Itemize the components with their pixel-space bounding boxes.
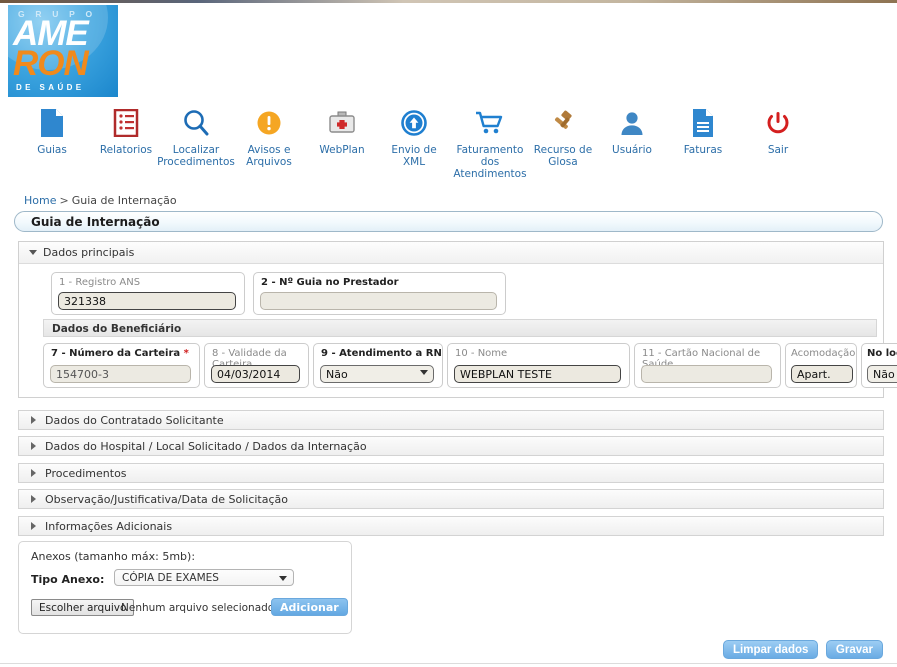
dados-principais-panel: Dados principais 1 - Registro ANS 321338… (18, 241, 897, 398)
section-title-procedimentos: Procedimentos (45, 467, 127, 480)
logo-ron-text: RON (13, 44, 89, 83)
main-toolbar: Guias Relatorios Localizar Procedimentos… (0, 100, 897, 182)
add-attachment-button[interactable]: Adicionar (271, 598, 348, 616)
dados-principais-title: Dados principais (43, 246, 135, 259)
breadcrumb-separator: > (59, 194, 69, 207)
required-asterisk: * (183, 348, 189, 359)
dados-principais-header[interactable]: Dados principais (19, 242, 883, 264)
nav-item-sair[interactable]: Sair (736, 106, 820, 156)
input-registro-ans[interactable]: 321338 (58, 292, 236, 310)
chevron-right-icon (31, 495, 36, 503)
field-numero-carteira: 7 - Número da Carteira * 154700-3 (43, 343, 200, 388)
field-label-acomodacao: Acomodação (791, 348, 856, 359)
form-row-guia-identificacao: 1 - Registro ANS 321338 2 - Nº Guia no P… (27, 272, 875, 317)
select-atendimento-rn[interactable]: Não (320, 365, 434, 383)
footer-actions: Limpar dados Gravar (719, 640, 883, 659)
input-nome[interactable]: WEBPLAN TESTE (454, 365, 621, 383)
attachments-panel: Anexos (tamanho máx: 5mb): Tipo Anexo: C… (18, 541, 352, 634)
ameron-logo: G R U P O AME RON DE SAÚDE (8, 5, 118, 97)
field-no-local: No local Não (861, 343, 897, 388)
nav-label-guias: Guias (37, 144, 67, 156)
form-row-beneficiario: 7 - Número da Carteira * 154700-3 8 - Va… (27, 339, 897, 391)
choose-file-button[interactable]: Escolher arquivo (31, 599, 135, 616)
field-nome: 10 - Nome WEBPLAN TESTE (447, 343, 630, 388)
input-validade-carteira[interactable]: 04/03/2014 (211, 365, 300, 383)
input-numero-guia-prestador[interactable] (260, 292, 497, 310)
site-header: G R U P O AME RON DE SAÚDE (0, 3, 897, 100)
field-numero-guia-prestador: 2 - Nº Guia no Prestador (253, 272, 506, 315)
power-off-icon (736, 106, 820, 140)
section-title-dados-contratado-solicitante: Dados do Contratado Solicitante (45, 414, 224, 427)
section-title-observacao-justificativa: Observação/Justificativa/Data de Solicit… (45, 493, 289, 506)
magnifier-icon (154, 106, 238, 140)
section-dados-hospital-internacao[interactable]: Dados do Hospital / Local Solicitado / D… (18, 436, 884, 456)
save-button[interactable]: Gravar (825, 640, 883, 659)
clear-data-button[interactable]: Limpar dados (723, 640, 819, 659)
chevron-right-icon (31, 442, 36, 450)
section-procedimentos[interactable]: Procedimentos (18, 463, 884, 483)
field-atendimento-rn: 9 - Atendimento a RN * Não (313, 343, 443, 388)
application-page: G R U P O AME RON DE SAÚDE Guias Relator… (0, 3, 897, 667)
breadcrumb-current: Guia de Internação (71, 194, 177, 207)
section-title-informacoes-adicionais: Informações Adicionais (45, 520, 173, 533)
nav-item-avisos-arquivos[interactable]: Avisos e Arquivos (227, 106, 311, 168)
nav-item-guias[interactable]: Guias (10, 106, 94, 156)
field-label-no-local: No local (867, 348, 897, 359)
chevron-down-icon (420, 370, 428, 375)
breadcrumb-home-link[interactable]: Home (24, 194, 56, 207)
nav-label-envio-xml: Envio de XML (391, 144, 437, 168)
section-dados-contratado-solicitante[interactable]: Dados do Contratado Solicitante (18, 410, 884, 430)
page-bottom-divider (0, 663, 897, 664)
beneficiary-section-bar: Dados do Beneficiário (43, 319, 877, 337)
field-label-nome: 10 - Nome (455, 348, 508, 359)
field-label-numero-carteira: 7 - Número da Carteira * (51, 348, 189, 359)
field-label-atendimento-rn: 9 - Atendimento a RN * (321, 348, 442, 359)
dados-principais-body: 1 - Registro ANS 321338 2 - Nº Guia no P… (19, 264, 897, 397)
field-acomodacao: Acomodação Apart. (785, 343, 857, 388)
field-registro-ans: 1 - Registro ANS 321338 (51, 272, 245, 315)
chevron-right-icon (31, 522, 36, 530)
upload-arrow-icon (372, 106, 456, 140)
field-cartao-nacional-saude: 11 - Cartão Nacional de Saúde (634, 343, 781, 388)
nav-item-faturamento-atendimentos[interactable]: Faturamento dos Atendimentos (448, 106, 532, 180)
warning-alert-icon (227, 106, 311, 140)
attachment-type-select[interactable]: CÓPIA DE EXAMES (114, 569, 294, 586)
chevron-down-icon (29, 250, 37, 255)
chevron-right-icon (31, 469, 36, 477)
nav-label-localizar-procedimentos: Localizar Procedimentos (157, 144, 235, 168)
shopping-cart-icon (448, 106, 532, 140)
document-page-icon (10, 106, 94, 140)
nav-label-sair: Sair (767, 144, 789, 156)
attachment-type-label: Tipo Anexo: (31, 573, 105, 586)
page-title-bar: Guia de Internação (14, 211, 883, 232)
section-informacoes-adicionais[interactable]: Informações Adicionais (18, 516, 884, 536)
select-no-local-value: Não (873, 368, 895, 381)
input-cartao-nacional-saude[interactable] (641, 365, 772, 383)
nav-label-faturas: Faturas (683, 144, 723, 156)
nav-item-localizar-procedimentos[interactable]: Localizar Procedimentos (154, 106, 238, 168)
section-title-dados-hospital-internacao: Dados do Hospital / Local Solicitado / D… (45, 440, 367, 453)
logo-de-saude-text: DE SAÚDE (16, 83, 85, 92)
nav-label-avisos-arquivos: Avisos e Arquivos (246, 144, 292, 168)
chevron-right-icon (31, 416, 36, 424)
nav-label-faturamento-atendimentos: Faturamento dos Atendimentos (453, 144, 527, 180)
selected-file-status: Nenhum arquivo selecionado (121, 602, 275, 614)
input-acomodacao[interactable]: Apart. (791, 365, 853, 383)
page-title: Guia de Internação (31, 215, 160, 229)
section-observacao-justificativa[interactable]: Observação/Justificativa/Data de Solicit… (18, 489, 884, 509)
input-numero-carteira[interactable]: 154700-3 (50, 365, 191, 383)
breadcrumb: Home > Guia de Internação (24, 194, 177, 207)
field-label-numero-guia-prestador: 2 - Nº Guia no Prestador (261, 277, 399, 288)
select-no-local[interactable]: Não (867, 365, 897, 383)
field-label-registro-ans: 1 - Registro ANS (59, 277, 141, 288)
field-validade-carteira: 8 - Validade da Carteira 04/03/2014 (204, 343, 309, 388)
nav-item-faturas[interactable]: Faturas (661, 106, 745, 156)
attachments-title: Anexos (tamanho máx: 5mb): (31, 550, 196, 563)
select-atendimento-rn-value: Não (326, 368, 348, 381)
attachment-type-value: CÓPIA DE EXAMES (122, 572, 219, 584)
beneficiary-section-label: Dados do Beneficiário (52, 323, 182, 335)
invoice-document-icon (661, 106, 745, 140)
chevron-down-icon (279, 576, 287, 581)
nav-item-envio-xml[interactable]: Envio de XML (372, 106, 456, 168)
